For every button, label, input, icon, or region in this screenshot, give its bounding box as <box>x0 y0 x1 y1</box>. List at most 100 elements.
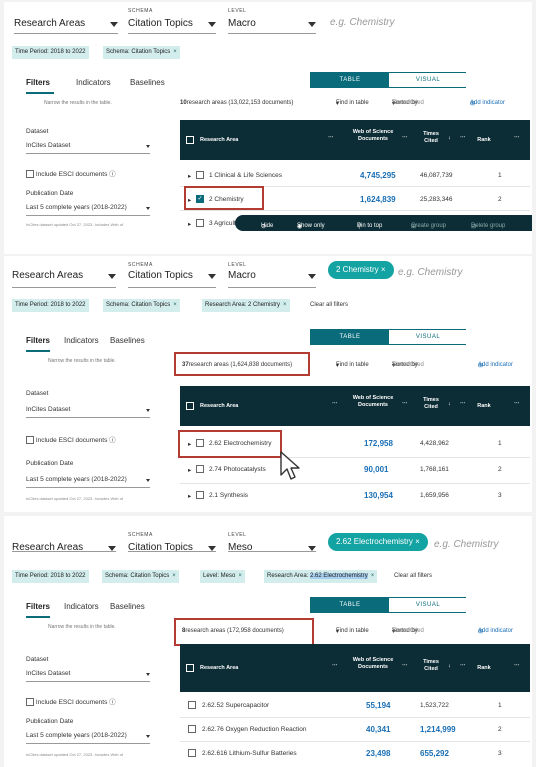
row-times-cited[interactable]: 655,292 <box>420 749 449 758</box>
select-all-checkbox[interactable] <box>186 402 194 410</box>
pubdate-select[interactable]: Last 5 complete years (2018-2022) <box>26 476 150 488</box>
row-name[interactable]: 2.62.76 Oxygen Reduction Reaction <box>202 726 306 733</box>
sort-desc-icon[interactable]: ↓ <box>448 135 451 142</box>
search-input[interactable]: e.g. Chemistry <box>330 17 394 28</box>
chip-time-period[interactable]: Time Period: 2018 to 2022 <box>12 299 89 312</box>
col-times-cited[interactable]: Times Cited <box>416 659 446 673</box>
close-icon[interactable]: × <box>173 302 177 308</box>
search-input[interactable]: e.g. Chemistry <box>434 539 498 550</box>
col-menu-icon[interactable]: ⋯ <box>514 401 520 408</box>
close-icon[interactable]: × <box>371 573 375 579</box>
col-menu-icon[interactable]: ⋯ <box>514 663 520 670</box>
visual-view-button[interactable]: VISUAL <box>389 598 467 612</box>
chip-level[interactable]: Level: Meso × <box>200 570 245 583</box>
tab-indicators[interactable]: Indicators <box>64 602 99 611</box>
row-checkbox[interactable] <box>196 491 204 499</box>
col-rank[interactable]: Rank <box>472 137 496 144</box>
pubdate-select[interactable]: Last 5 complete years (2018-2022) <box>26 732 150 744</box>
row-name[interactable]: 2.1 Synthesis <box>209 492 248 499</box>
table-view-button[interactable]: TABLE <box>311 73 389 87</box>
col-rank[interactable]: Rank <box>472 665 496 672</box>
tab-indicators[interactable]: Indicators <box>76 78 111 87</box>
level-select[interactable]: LEVEL Macro <box>228 2 316 34</box>
sort-desc-icon[interactable]: ↓ <box>448 663 451 670</box>
expand-icon[interactable]: ▸ <box>188 466 191 474</box>
row-wos[interactable]: 90,001 <box>364 465 388 474</box>
pubdate-select[interactable]: Last 5 complete years (2018-2022) <box>26 204 150 216</box>
chip-schema[interactable]: Schema: Citation Topics × <box>103 299 180 312</box>
sort-desc-icon[interactable]: ↓ <box>448 401 451 408</box>
expand-icon[interactable]: ▸ <box>188 172 191 180</box>
find-in-table[interactable]: Find in table ▾ <box>336 628 369 635</box>
col-menu-icon[interactable]: ⋯ <box>402 663 408 670</box>
table-view-button[interactable]: TABLE <box>311 330 389 344</box>
col-research-area[interactable]: Research Area <box>200 403 238 410</box>
level-select[interactable]: LEVEL Macro <box>228 256 316 288</box>
table-view-button[interactable]: TABLE <box>311 598 389 612</box>
dataset-select[interactable]: InCites Dataset <box>26 406 150 418</box>
tab-filters[interactable]: Filters <box>26 336 50 345</box>
row-wos[interactable]: 4,745,295 <box>360 171 396 180</box>
tab-baselines[interactable]: Baselines <box>110 602 145 611</box>
select-all-checkbox[interactable] <box>186 664 194 672</box>
col-times-cited[interactable]: Times Cited <box>416 397 446 411</box>
col-rank[interactable]: Rank <box>472 403 496 410</box>
row-name[interactable]: 2.62.52 Supercapacitor <box>202 702 269 709</box>
search-input[interactable]: e.g. Chemistry <box>398 267 462 278</box>
esci-checkbox[interactable] <box>26 698 34 707</box>
col-menu-icon[interactable]: ⋯ <box>460 135 466 142</box>
col-wos[interactable]: Web of Science Documents <box>346 657 400 671</box>
sort-control[interactable]: Sorted by Times Cited ▾ <box>392 362 424 369</box>
close-icon[interactable]: × <box>172 573 176 579</box>
row-name[interactable]: 1 Clinical & Life Sciences <box>209 172 282 179</box>
esci-checkbox[interactable] <box>26 170 34 179</box>
row-checkbox[interactable] <box>188 701 196 709</box>
row-name[interactable]: 3 Agricult <box>209 220 236 227</box>
row-wos[interactable]: 23,498 <box>366 749 390 758</box>
dataset-select[interactable]: InCites Dataset <box>26 670 150 682</box>
research-areas-select[interactable]: Research Areas <box>12 516 116 553</box>
tab-filters[interactable]: Filters <box>26 78 50 87</box>
close-icon[interactable]: × <box>283 302 287 308</box>
chip-time-period[interactable]: Time Period: 2018 to 2022 <box>12 46 89 59</box>
row-times-cited[interactable]: 1,214,999 <box>420 725 456 734</box>
chip-schema[interactable]: Schema: Citation Topics × <box>102 570 179 583</box>
tab-indicators[interactable]: Indicators <box>64 336 99 345</box>
sort-control[interactable]: Sorted by Times Cited ▾ <box>392 100 424 107</box>
row-wos[interactable]: 1,624,839 <box>360 195 396 204</box>
row-checkbox[interactable] <box>196 171 204 179</box>
table-row[interactable]: ▸ 2.1 Synthesis 130,954 1,659,956 3 <box>180 484 530 510</box>
tab-baselines[interactable]: Baselines <box>130 78 165 87</box>
tab-filters[interactable]: Filters <box>26 602 50 611</box>
expand-icon[interactable]: ▸ <box>188 492 191 500</box>
table-row[interactable]: 2.62.616 Lithium-Sulfur Batteries 23,498… <box>180 742 530 766</box>
visual-view-button[interactable]: VISUAL <box>389 73 467 87</box>
row-checkbox[interactable] <box>196 465 204 473</box>
schema-select[interactable]: SCHEMA Citation Topics <box>128 2 216 34</box>
close-icon[interactable]: × <box>238 573 242 579</box>
sort-control[interactable]: Sorted by Times Cited ▾ <box>392 628 424 635</box>
clear-all-filters-link[interactable]: Clear all filters <box>310 299 348 312</box>
col-wos[interactable]: Web of Science Documents <box>346 129 400 143</box>
chip-schema[interactable]: Schema: Citation Topics × <box>103 46 180 59</box>
col-menu-icon[interactable]: ⋯ <box>460 663 466 670</box>
table-row[interactable]: 2.62.76 Oxygen Reduction Reaction 40,341… <box>180 718 530 742</box>
schema-select[interactable]: SCHEMA Citation Topics <box>128 256 216 288</box>
row-wos[interactable]: 130,954 <box>364 491 393 500</box>
esci-checkbox[interactable] <box>26 436 34 445</box>
chip-time-period[interactable]: Time Period: 2018 to 2022 <box>12 570 89 583</box>
row-checkbox[interactable] <box>188 749 196 757</box>
table-row[interactable]: ▸ 2.74 Photocatalysts 90,001 1,768,161 2 <box>180 458 530 484</box>
find-in-table[interactable]: Find in table ▾ <box>336 362 369 369</box>
info-icon[interactable]: ⓘ <box>109 437 116 444</box>
close-icon[interactable]: × <box>173 49 177 55</box>
table-row[interactable]: 2.62.52 Supercapacitor 55,194 1,523,722 … <box>180 694 530 718</box>
chip-research-area[interactable]: Research Area: 2 Chemistry × <box>202 299 290 312</box>
select-all-checkbox[interactable] <box>186 136 194 144</box>
row-wos[interactable]: 55,194 <box>366 701 390 710</box>
col-menu-icon[interactable]: ⋯ <box>460 401 466 408</box>
row-wos[interactable]: 172,958 <box>364 439 393 448</box>
row-name[interactable]: 2.62.616 Lithium-Sulfur Batteries <box>202 750 297 757</box>
level-select[interactable]: LEVEL Meso <box>228 516 316 553</box>
research-areas-select[interactable]: Research Areas <box>12 256 116 288</box>
